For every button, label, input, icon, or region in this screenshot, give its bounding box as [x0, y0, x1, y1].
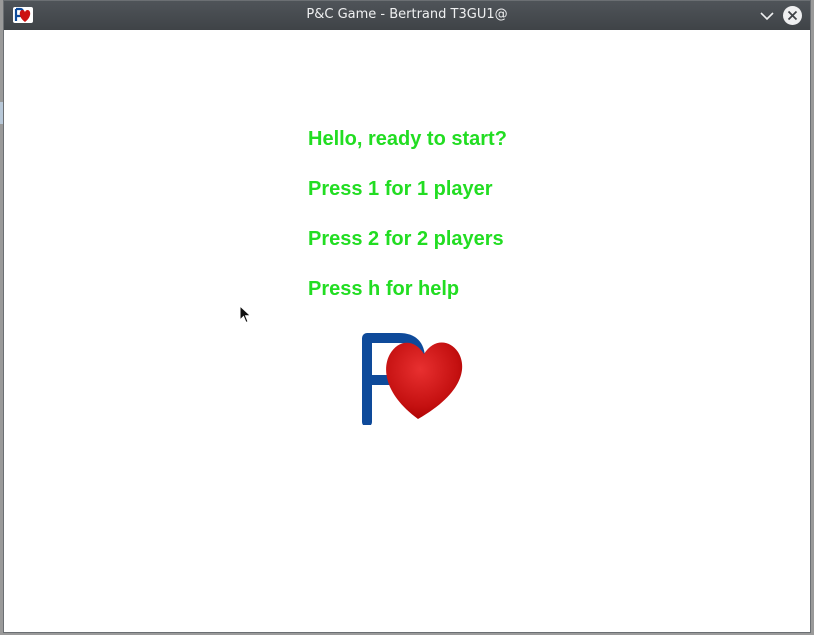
game-canvas[interactable]: Hello, ready to start? Press 1 for 1 pla… [4, 30, 810, 632]
title-bar[interactable]: P&C Game - Bertrand T3GU1@ [4, 1, 810, 30]
pc-heart-logo-icon [354, 330, 474, 427]
two-players-option: Press 2 for 2 players [308, 228, 504, 250]
chevron-down-icon[interactable] [758, 7, 776, 25]
window-title: P&C Game - Bertrand T3GU1@ [306, 7, 508, 22]
game-window: P&C Game - Bertrand T3GU1@ Hello, ready … [3, 0, 811, 633]
one-player-option: Press 1 for 1 player [308, 178, 493, 200]
help-option: Press h for help [308, 278, 460, 300]
close-icon[interactable] [783, 6, 802, 25]
greeting-text: Hello, ready to start? [308, 128, 507, 150]
mouse-pointer-icon [239, 304, 253, 325]
